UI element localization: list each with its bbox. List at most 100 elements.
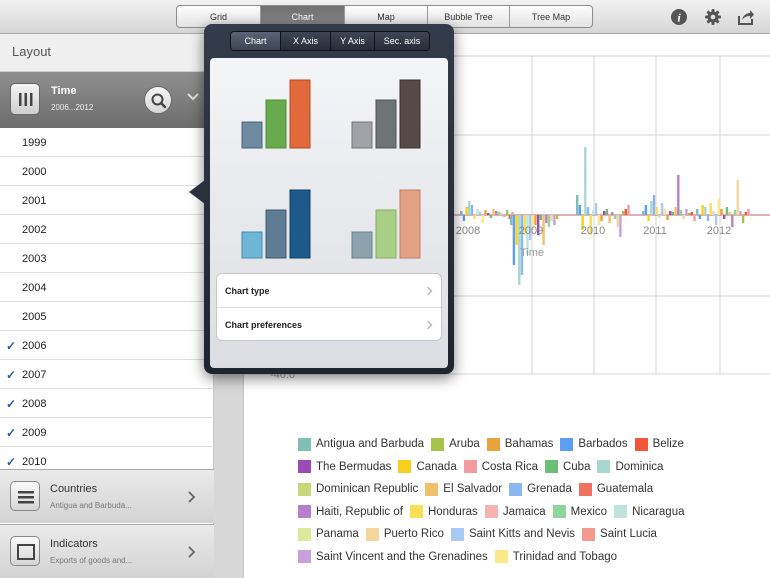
legend-item[interactable]: El Salvador xyxy=(425,482,502,496)
popover-content: Chart type Chart preferences xyxy=(210,58,448,368)
chart-bar xyxy=(487,213,490,215)
legend-label: Cuba xyxy=(562,460,591,473)
legend-item[interactable]: Saint Vincent and the Grenadines xyxy=(298,550,488,564)
share-icon[interactable] xyxy=(737,8,755,26)
chart-bar xyxy=(723,215,726,219)
year-item[interactable]: 2002 xyxy=(0,215,214,244)
checkmark-icon: ✓ xyxy=(6,339,17,353)
countries-subtitle: Antigua and Barbuda... xyxy=(50,501,132,510)
chart-bar xyxy=(728,212,731,215)
legend-item[interactable]: Cuba xyxy=(544,460,591,474)
legend-item[interactable]: Barbados xyxy=(560,437,628,451)
year-item[interactable]: 2005 xyxy=(0,302,214,331)
legend-item[interactable]: Haiti, Republic of xyxy=(298,505,403,519)
legend-item[interactable]: Dominican Republic xyxy=(298,482,418,496)
legend-item[interactable]: Saint Kitts and Nevis xyxy=(450,527,575,541)
x-tick-label: 2012 xyxy=(707,225,731,237)
chart-bar xyxy=(717,199,720,215)
year-item[interactable]: 2000 xyxy=(0,157,214,186)
popover-tab-x-axis[interactable]: X Axis xyxy=(281,32,331,50)
legend-item[interactable]: Panama xyxy=(298,527,359,541)
legend-swatch xyxy=(298,460,311,474)
popover-tab-chart[interactable]: Chart xyxy=(231,32,281,50)
chart-bar xyxy=(696,209,699,215)
chart-style-option-3[interactable] xyxy=(234,182,324,272)
year-label: 2006 xyxy=(22,340,47,352)
year-item[interactable]: 2003 xyxy=(0,244,214,273)
year-item[interactable]: ✓ 2007 xyxy=(0,360,214,389)
legend-item[interactable]: Puerto Rico xyxy=(365,527,444,541)
chart-bar xyxy=(476,209,479,215)
checkmark-icon: ✓ xyxy=(6,397,17,411)
chart-bar xyxy=(698,215,702,219)
legend-swatch xyxy=(582,527,596,541)
chart-bar xyxy=(616,215,619,227)
countries-panel[interactable]: Countries Antigua and Barbuda... xyxy=(0,469,214,523)
legend-swatch xyxy=(409,505,423,519)
legend-item[interactable]: The Bermudas xyxy=(298,460,391,474)
chart-bar xyxy=(666,215,669,220)
chevron-right-icon xyxy=(188,491,196,503)
legend-item[interactable]: Costa Rica xyxy=(463,460,538,474)
legend-swatch xyxy=(494,550,508,564)
legend-item[interactable]: Canada xyxy=(398,460,457,474)
year-label: 2008 xyxy=(22,398,47,410)
year-item[interactable]: 1999 xyxy=(0,128,214,157)
chart-preferences-item[interactable]: Chart preferences xyxy=(217,308,441,342)
popover-tab-sec-axis[interactable]: Sec. axis xyxy=(375,32,429,50)
year-item[interactable]: ✓ 2009 xyxy=(0,418,214,447)
legend-item[interactable]: Saint Lucia xyxy=(582,527,657,541)
chart-type-item[interactable]: Chart type xyxy=(217,274,441,308)
chevron-down-icon[interactable] xyxy=(186,90,200,104)
legend-item[interactable]: Guatemala xyxy=(578,482,653,496)
indicators-title: Indicators xyxy=(50,538,98,550)
chart-bar xyxy=(512,215,516,265)
indicators-panel[interactable]: Indicators Exports of goods and... xyxy=(0,524,214,578)
year-item[interactable]: ✓ 2006 xyxy=(0,331,214,360)
legend-swatch xyxy=(614,505,628,519)
time-title: Time xyxy=(51,85,77,97)
chart-bar xyxy=(586,207,590,215)
legend-item[interactable]: Nicaragua xyxy=(614,505,685,519)
legend-label: Puerto Rico xyxy=(383,528,444,541)
chart-bar xyxy=(660,203,664,215)
chart-bar xyxy=(613,215,617,219)
year-label: 2000 xyxy=(22,166,47,178)
legend-item[interactable]: Antigua and Barbuda xyxy=(298,437,424,451)
time-dimension-header[interactable]: Time 2006...2012 xyxy=(0,72,213,128)
chart-bar xyxy=(650,201,653,215)
year-item[interactable]: 2004 xyxy=(0,273,214,302)
x-axis-label: Time xyxy=(520,247,544,259)
chart-bar xyxy=(674,207,677,215)
chart-bar xyxy=(500,213,503,215)
legend-swatch xyxy=(365,527,379,541)
tab-tree-map[interactable]: Tree Map xyxy=(510,6,592,27)
info-icon[interactable]: i xyxy=(670,8,688,26)
legend-swatch xyxy=(634,437,648,451)
time-range: 2006...2012 xyxy=(51,103,94,112)
chart-style-option-4[interactable] xyxy=(344,182,434,272)
popover-tab-y-axis[interactable]: Y Axis xyxy=(331,32,375,50)
legend-label: Saint Vincent and the Grenadines xyxy=(316,550,488,563)
legend-item[interactable]: Bahamas xyxy=(486,437,553,451)
gear-icon[interactable] xyxy=(704,8,722,26)
legend-swatch xyxy=(560,437,574,451)
chart-bar xyxy=(731,215,734,227)
legend-item[interactable]: Grenada xyxy=(509,482,572,496)
year-item[interactable]: 2001 xyxy=(0,186,214,215)
legend-label: Nicaragua xyxy=(632,505,685,518)
chart-bar xyxy=(592,210,595,215)
legend-item[interactable]: Honduras xyxy=(409,505,478,519)
search-button[interactable] xyxy=(144,86,172,114)
legend-item[interactable]: Jamaica xyxy=(484,505,546,519)
chart-style-option-1[interactable] xyxy=(234,72,324,162)
chart-style-option-2[interactable] xyxy=(344,72,434,162)
year-item[interactable]: ✓ 2008 xyxy=(0,389,214,418)
legend-item[interactable]: Aruba xyxy=(431,437,480,451)
legend-item[interactable]: Belize xyxy=(634,437,684,451)
legend-item[interactable]: Trinidad and Tobago xyxy=(494,550,617,564)
legend-swatch xyxy=(298,550,311,564)
legend-item[interactable]: Mexico xyxy=(552,505,607,519)
square-icon xyxy=(10,536,40,566)
legend-item[interactable]: Dominica xyxy=(597,460,663,474)
